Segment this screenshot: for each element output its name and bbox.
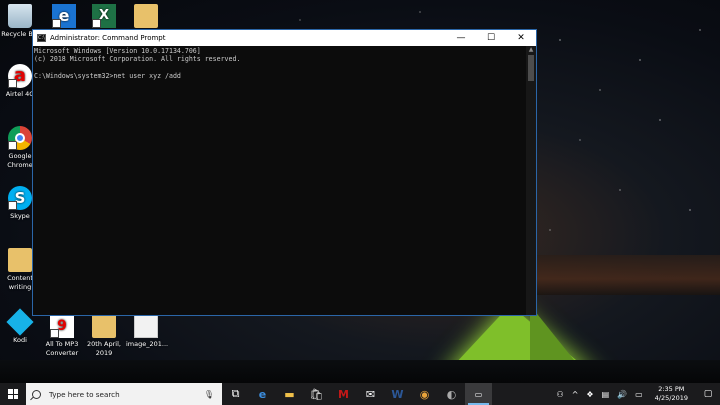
excel-icon: X <box>92 4 116 28</box>
microphone-icon[interactable]: 🎙 <box>204 390 214 399</box>
desktop-icon-label: Google Chrome <box>7 152 33 169</box>
desktop-icon-label: All To MP3 Converter <box>45 340 79 357</box>
file-explorer-icon[interactable]: ▬ <box>276 383 303 405</box>
clock-date: 4/25/2019 <box>654 394 688 402</box>
taskbar-chrome-icon[interactable]: ◉ <box>411 383 438 405</box>
mcafee-icon[interactable]: M <box>330 383 357 405</box>
action-center-icon[interactable]: ▢ <box>696 383 720 405</box>
scrollbar-thumb[interactable] <box>528 55 534 81</box>
close-button[interactable]: ✕ <box>506 30 536 46</box>
word-icon[interactable]: W <box>384 383 411 405</box>
window-titlebar[interactable]: C:\ Administrator: Command Prompt — ☐ ✕ <box>33 30 536 46</box>
console-line: Microsoft Windows [Version 10.0.17134.70… <box>34 47 201 55</box>
desktop-icon-20th-april[interactable]: 20th April, 2019 <box>84 314 124 358</box>
taskbar-command-prompt-icon[interactable]: ▭ <box>465 383 492 405</box>
desktop-icon-label: Content writing <box>7 274 33 291</box>
wallpaper-ground <box>0 360 720 383</box>
desktop-icon-label: 20th April, 2019 <box>87 340 121 357</box>
console-output[interactable]: Microsoft Windows [Version 10.0.17134.70… <box>33 46 526 315</box>
folder-icon <box>92 314 116 338</box>
command-prompt-icon[interactable]: C:\ <box>37 34 46 42</box>
mail-icon[interactable]: ✉ <box>357 383 384 405</box>
minimize-button[interactable]: — <box>446 30 476 46</box>
airtel-icon: a <box>8 64 32 88</box>
window-title: Administrator: Command Prompt <box>50 34 166 42</box>
desktop-icon-label: Airtel 4G <box>5 90 35 98</box>
dropbox-icon[interactable]: ❖ <box>582 390 597 399</box>
desktop-icon-image-file[interactable]: image_201... <box>126 314 169 349</box>
taskbar-search-box[interactable]: Type here to search 🎙 <box>26 383 222 405</box>
clock[interactable]: 2:35 PM 4/25/2019 <box>647 385 696 403</box>
image-file-icon <box>134 314 158 338</box>
clock-time: 2:35 PM <box>658 385 685 393</box>
chevron-up-icon[interactable]: ^ <box>568 390 583 399</box>
task-view-icon[interactable]: ⧉ <box>222 383 249 405</box>
volume-icon[interactable]: 🔊 <box>613 390 631 399</box>
windows-logo-icon <box>8 389 18 399</box>
folder-icon <box>134 4 158 28</box>
recycle-bin-icon <box>8 4 32 28</box>
desktop-icon-edge[interactable]: e <box>44 4 84 30</box>
mp3-converter-icon: 9 <box>50 314 74 338</box>
taskbar-edge-icon[interactable]: e <box>249 383 276 405</box>
desktop-icon-folder[interactable] <box>126 4 166 30</box>
battery-icon[interactable]: ▭ <box>631 390 647 399</box>
command-prompt-window[interactable]: C:\ Administrator: Command Prompt — ☐ ✕ … <box>32 29 537 316</box>
desktop-icon-excel[interactable]: X <box>84 4 124 30</box>
console-line: C:\Windows\system32>net user xyz /add <box>34 71 181 80</box>
vertical-scrollbar[interactable]: ▲ <box>526 46 536 315</box>
search-placeholder: Type here to search <box>49 389 120 399</box>
desktop-icon-label: image_201... <box>126 340 169 348</box>
taskbar: Type here to search 🎙 ⧉ e ▬ 🛍 M ✉ W ◉ ◐ … <box>0 383 720 405</box>
scroll-up-icon[interactable]: ▲ <box>526 46 536 54</box>
store-icon[interactable]: 🛍 <box>303 383 330 405</box>
console-line: (c) 2018 Microsoft Corporation. All righ… <box>34 55 241 64</box>
maximize-button[interactable]: ☐ <box>476 30 506 46</box>
desktop-icon-mp3-converter[interactable]: 9 All To MP3 Converter <box>42 314 82 358</box>
network-icon[interactable]: ▤ <box>598 390 614 399</box>
chrome-icon <box>8 126 32 150</box>
app-icon[interactable]: ◐ <box>438 383 465 405</box>
folder-icon <box>8 248 32 272</box>
desktop-icon-label: Kodi <box>13 336 27 344</box>
desktop-icon-label: Skype <box>10 212 30 220</box>
start-button[interactable] <box>0 383 26 405</box>
search-icon <box>32 389 41 399</box>
people-icon[interactable]: ⚇ <box>553 390 568 399</box>
kodi-icon <box>6 308 34 336</box>
system-tray: ⚇ ^ ❖ ▤ 🔊 ▭ 2:35 PM 4/25/2019 ▢ <box>553 383 720 405</box>
skype-icon: S <box>8 186 32 210</box>
edge-icon: e <box>52 4 76 28</box>
